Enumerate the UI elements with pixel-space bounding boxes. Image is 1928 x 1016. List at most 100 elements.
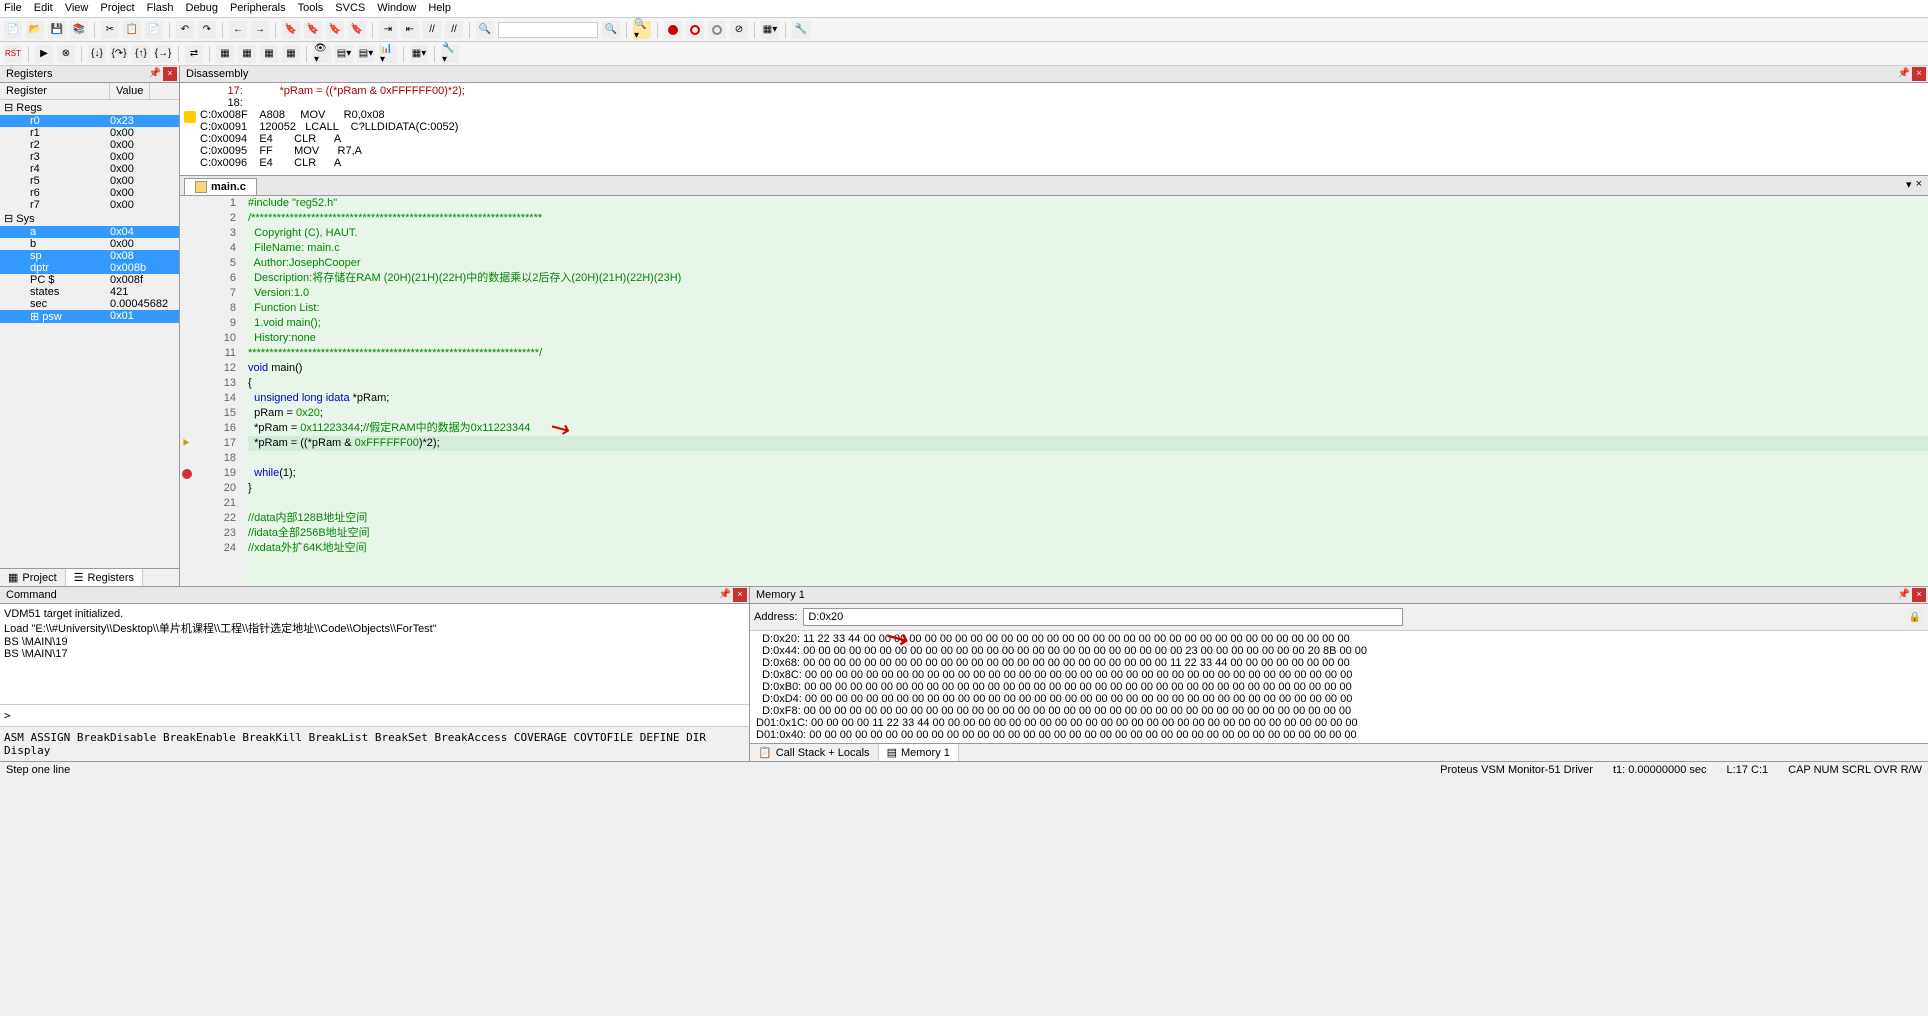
show-disasm-icon[interactable]: ⇄ xyxy=(185,45,203,63)
watch-icon[interactable]: 👁▾ xyxy=(313,45,331,63)
code-line[interactable]: 1.void main(); xyxy=(248,316,1928,331)
register-row[interactable]: ⊞ psw0x01 xyxy=(0,310,179,323)
register-row[interactable]: sp0x08 xyxy=(0,250,179,262)
register-row[interactable]: dptr0x008b xyxy=(0,262,179,274)
find-icon[interactable]: 🔍 xyxy=(476,21,494,39)
code-line[interactable]: *pRam = 0x11223344;//假定RAM中的数据为0x1122334… xyxy=(248,421,1928,436)
nav-fwd-icon[interactable]: → xyxy=(251,21,269,39)
pin-icon[interactable]: 📌 xyxy=(1898,68,1910,79)
register-row[interactable]: sec0.00045682 xyxy=(0,298,179,310)
editor-tab-main[interactable]: main.c xyxy=(184,178,257,195)
win4-icon[interactable]: ▦ xyxy=(282,45,300,63)
bm-prev-icon[interactable]: 🔖 xyxy=(304,21,322,39)
code-line[interactable] xyxy=(248,451,1928,466)
indent-icon[interactable]: ⇥ xyxy=(379,21,397,39)
code-line[interactable] xyxy=(248,496,1928,511)
serial-icon[interactable]: ▤▾ xyxy=(357,45,375,63)
win3-icon[interactable]: ▦ xyxy=(260,45,278,63)
menu-edit[interactable]: Edit xyxy=(34,2,53,15)
menu-help[interactable]: Help xyxy=(428,2,451,15)
register-row[interactable]: r20x00 xyxy=(0,139,179,151)
command-input[interactable] xyxy=(2,707,747,724)
code-line[interactable]: History:none xyxy=(248,331,1928,346)
stop-icon[interactable]: ⊗ xyxy=(57,45,75,63)
win1-icon[interactable]: ▦ xyxy=(216,45,234,63)
register-row[interactable]: r30x00 xyxy=(0,151,179,163)
reg-group[interactable]: ⊟ Sys xyxy=(0,211,179,226)
address-input[interactable] xyxy=(803,608,1403,626)
run-to-icon[interactable]: {→} xyxy=(154,45,172,63)
memory-dump[interactable]: ↘ D:0x20: 11 22 33 44 00 00 00 00 00 00 … xyxy=(750,631,1928,743)
code-line[interactable]: } xyxy=(248,481,1928,496)
code-line[interactable]: unsigned long idata *pRam; xyxy=(248,391,1928,406)
code-editor[interactable]: ⯈ 12345678910111213141516171819202122232… xyxy=(180,196,1928,586)
run-icon[interactable]: ▶ xyxy=(35,45,53,63)
redo-icon[interactable]: ↷ xyxy=(198,21,216,39)
step-out-icon[interactable]: {↑} xyxy=(132,45,150,63)
memory1-tab[interactable]: ▤Memory 1 xyxy=(879,744,959,761)
uncomment-icon[interactable]: // xyxy=(445,21,463,39)
pin-icon[interactable]: 📌 xyxy=(149,68,161,79)
register-row[interactable]: r10x00 xyxy=(0,127,179,139)
bookmark-icon[interactable]: 🔖 xyxy=(282,21,300,39)
reset-icon[interactable]: RST xyxy=(4,45,22,63)
menu-peripherals[interactable]: Peripherals xyxy=(230,2,286,15)
menu-file[interactable]: File xyxy=(4,2,22,15)
reg-group[interactable]: ⊟ Regs xyxy=(0,100,179,115)
menu-project[interactable]: Project xyxy=(100,2,134,15)
code-line[interactable]: ****************************************… xyxy=(248,346,1928,361)
window-icon[interactable]: ▦▾ xyxy=(761,21,779,39)
project-tab[interactable]: ▦Project xyxy=(0,569,66,586)
code-line[interactable]: Description:将存储在RAM (20H)(21H)(22H)中的数据乘… xyxy=(248,271,1928,286)
breakpoint-kill-icon[interactable]: ⊘ xyxy=(730,21,748,39)
win2-icon[interactable]: ▦ xyxy=(238,45,256,63)
cut-icon[interactable]: ✂ xyxy=(101,21,119,39)
nav-back-icon[interactable]: ← xyxy=(229,21,247,39)
undo-icon[interactable]: ↶ xyxy=(176,21,194,39)
code-line[interactable]: while(1); xyxy=(248,466,1928,481)
register-row[interactable]: a0x04 xyxy=(0,226,179,238)
pin-icon[interactable]: 📌 xyxy=(719,589,731,600)
save-icon[interactable]: 💾 xyxy=(48,21,66,39)
config-icon[interactable]: 🔧 xyxy=(792,21,810,39)
menu-svcs[interactable]: SVCS xyxy=(335,2,365,15)
code-line[interactable]: Author:JosephCooper xyxy=(248,256,1928,271)
lock-icon[interactable]: 🔒 xyxy=(1906,608,1924,626)
code-line[interactable]: //xdata外扩64K地址空间 xyxy=(248,541,1928,556)
register-row[interactable]: b0x00 xyxy=(0,238,179,250)
code-line[interactable]: #include "reg52.h" xyxy=(248,196,1928,211)
mem-icon[interactable]: ▤▾ xyxy=(335,45,353,63)
register-row[interactable]: r60x00 xyxy=(0,187,179,199)
saveall-icon[interactable]: 📚 xyxy=(70,21,88,39)
toolbox-icon[interactable]: 🔧▾ xyxy=(441,45,459,63)
registers-tree[interactable]: ⊟ Regs r00x23 r10x00 r20x00 r30x00 r40x0… xyxy=(0,100,179,568)
new-icon[interactable]: 📄 xyxy=(4,21,22,39)
close-icon[interactable]: × xyxy=(1912,588,1926,602)
find2-icon[interactable]: 🔍 xyxy=(602,21,620,39)
menu-tools[interactable]: Tools xyxy=(298,2,324,15)
code-line[interactable]: Version:1.0 xyxy=(248,286,1928,301)
register-row[interactable]: states421 xyxy=(0,286,179,298)
code-line[interactable]: void main() xyxy=(248,361,1928,376)
code-line[interactable]: /***************************************… xyxy=(248,211,1928,226)
registers-tab[interactable]: ☰Registers xyxy=(66,569,143,586)
menu-window[interactable]: Window xyxy=(377,2,416,15)
bm-next-icon[interactable]: 🔖 xyxy=(326,21,344,39)
code-line[interactable]: { xyxy=(248,376,1928,391)
close-icon[interactable]: × xyxy=(163,67,177,81)
register-row[interactable]: r00x23 xyxy=(0,115,179,127)
bm-clear-icon[interactable]: 🔖 xyxy=(348,21,366,39)
comment-icon[interactable]: // xyxy=(423,21,441,39)
command-output[interactable]: VDM51 target initialized.Load "E:\\#Univ… xyxy=(0,604,749,704)
code-line[interactable]: pRam = 0x20; xyxy=(248,406,1928,421)
breakpoint-icon[interactable] xyxy=(182,469,192,479)
code-line[interactable]: Function List: xyxy=(248,301,1928,316)
code-line[interactable]: //data内部128B地址空间 xyxy=(248,511,1928,526)
nav-dropdown-icon[interactable]: ▾ xyxy=(1906,178,1912,193)
paste-icon[interactable]: 📄 xyxy=(145,21,163,39)
analysis-icon[interactable]: 📊▾ xyxy=(379,45,397,63)
close-icon[interactable]: × xyxy=(1912,67,1926,81)
code-line[interactable]: Copyright (C), HAUT. xyxy=(248,226,1928,241)
close-icon[interactable]: × xyxy=(733,588,747,602)
step-over-icon[interactable]: {↷} xyxy=(110,45,128,63)
